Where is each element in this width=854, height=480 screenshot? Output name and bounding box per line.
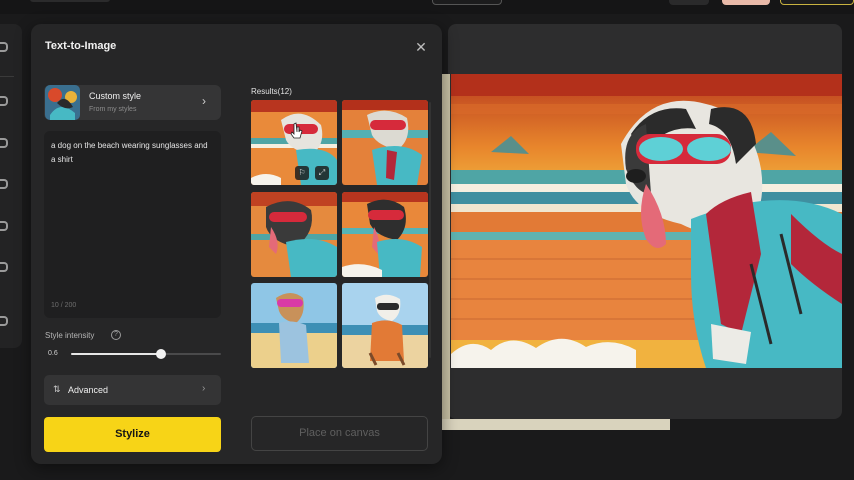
mouse-cursor-icon (290, 122, 303, 139)
style-subtitle: From my styles (89, 106, 137, 113)
top-button[interactable] (780, 0, 854, 5)
close-icon[interactable]: ✕ (413, 39, 429, 55)
result-thumbnail[interactable] (251, 283, 337, 368)
divider (0, 76, 14, 77)
sliders-icon: ⇅ (53, 384, 61, 394)
stylize-button[interactable]: Stylize (44, 417, 221, 452)
advanced-button[interactable]: ⇅ Advanced › (44, 375, 221, 405)
layers-icon[interactable] (0, 138, 8, 148)
style-thumbnail (45, 85, 80, 120)
style-intensity-value: 0.6 (48, 350, 58, 357)
text-icon[interactable] (0, 179, 8, 189)
dialog-title: Text-to-Image (45, 40, 117, 52)
character-count: 10 / 200 (51, 302, 77, 309)
thumbnail-actions: ⚐ ⤢ (295, 166, 333, 180)
prompt-input[interactable]: a dog on the beach wearing sunglasses an… (44, 131, 221, 318)
results-scrollbar[interactable] (429, 102, 431, 358)
info-icon[interactable]: ? (111, 330, 121, 340)
slider-handle[interactable] (156, 349, 166, 359)
style-intensity-label: Style intensity (45, 331, 95, 340)
expand-icon[interactable]: ⤢ (315, 166, 329, 180)
tool-rail (0, 24, 22, 348)
canvas-edge (442, 74, 450, 430)
user-icon[interactable] (0, 96, 8, 106)
chevron-right-icon: › (202, 94, 206, 108)
style-name: Custom style (89, 91, 142, 101)
shapes-icon[interactable] (0, 221, 8, 231)
slider-fill (71, 353, 161, 355)
prompt-text[interactable]: a dog on the beach wearing sunglasses an… (51, 139, 211, 167)
result-thumbnail[interactable]: ⚐ ⤢ (251, 100, 337, 185)
advanced-label: Advanced (68, 385, 109, 395)
top-button[interactable] (432, 0, 502, 5)
feedback-icon[interactable]: ⚐ (295, 166, 309, 180)
preview-image[interactable] (451, 74, 842, 368)
canvas-edge (442, 419, 670, 430)
result-thumbnail[interactable] (342, 192, 428, 277)
result-thumbnail[interactable] (342, 100, 428, 185)
result-thumbnail[interactable] (251, 192, 337, 277)
image-icon[interactable] (0, 262, 8, 272)
style-intensity-slider[interactable] (71, 349, 221, 359)
top-button[interactable] (669, 0, 709, 5)
result-thumbnail[interactable] (342, 283, 428, 368)
top-bar (0, 0, 854, 14)
app-logo (30, 0, 110, 2)
style-selector[interactable]: Custom style From my styles › (44, 85, 221, 120)
settings-icon[interactable] (0, 316, 8, 326)
avatar[interactable] (722, 0, 770, 5)
search-icon[interactable] (0, 42, 8, 52)
place-on-canvas-button[interactable]: Place on canvas (251, 416, 428, 451)
text-to-image-dialog: Text-to-Image ✕ Custom style From my sty… (31, 24, 442, 464)
results-label: Results(12) (251, 87, 292, 96)
chevron-right-icon: › (202, 383, 206, 394)
